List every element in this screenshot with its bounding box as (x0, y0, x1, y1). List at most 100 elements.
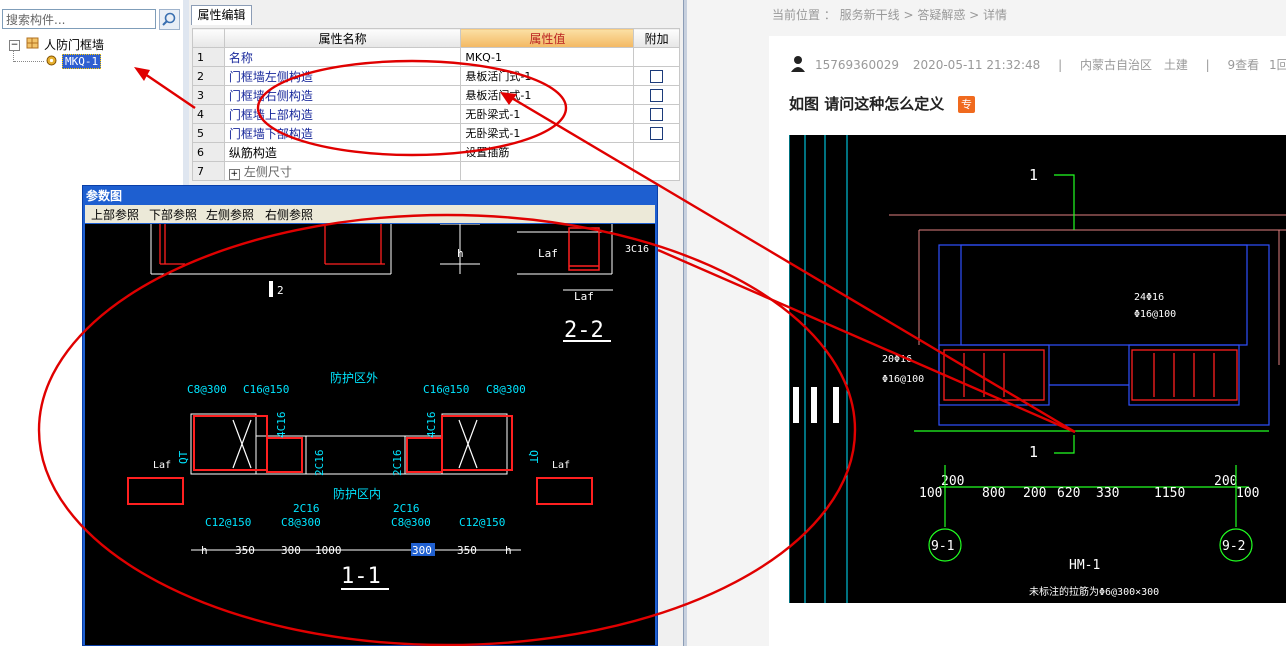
cad-label: QT (527, 450, 540, 464)
index-column-header (192, 28, 225, 48)
cad-rebar-label: Φ16@100 (882, 374, 924, 385)
cad-top-rebar (159, 224, 385, 265)
extra-checkbox[interactable] (650, 108, 664, 121)
post-meta: 15769360029 2020-05-11 21:32:48 | 内蒙古自治区… (789, 56, 1286, 73)
cad-label: Laf (538, 247, 558, 260)
wall-type-icon (26, 37, 39, 49)
menu-left-reference[interactable]: 左侧参照 (206, 206, 254, 223)
cad-image[interactable]: 1 1 24Φ16 Φ16@100 20Φ16 Φ16@100 100 200 … (789, 135, 1286, 603)
qa-web-page: 当前位置 ： 服务新干线 > 答疑解惑 > 详情 15769360029 202… (687, 0, 1286, 646)
extra-cell (633, 142, 680, 162)
cad-label: C12@150 (205, 516, 251, 529)
cad-label: 2C16 (293, 502, 320, 515)
cad-tie-cross (232, 419, 478, 469)
cad-label: 2C16 (393, 502, 420, 515)
author-name[interactable]: 15769360029 (815, 58, 899, 72)
cad-dim-text: 330 (1096, 486, 1119, 501)
cad-label: 3C16 (625, 244, 649, 255)
extra-checkbox[interactable] (650, 89, 664, 102)
name-column-header[interactable]: 属性名称 (223, 28, 462, 48)
cad-label: C16@150 (423, 383, 469, 396)
row-index: 3 (192, 85, 225, 105)
property-name: 纵筋构造 (223, 142, 462, 162)
param-drawing-canvas[interactable]: 2 h Laf 3C16 Laf 2-2 C8@300 C16@150 防护区外… (85, 224, 655, 645)
cad-vertical-labels: 4C16 4C16 QT QT 2C16 2C16 (177, 412, 540, 477)
search-button[interactable] (159, 9, 180, 30)
cad-label: 4C16 (275, 412, 288, 439)
section-2-2-label: 2-2 (564, 318, 604, 343)
table-row[interactable]: 2 门框墙左侧构造 悬板活门式-1 (192, 66, 680, 86)
expert-badge: 专 (958, 96, 975, 113)
cad-dim-text-selected[interactable]: 300 (412, 544, 432, 557)
cad-frame-lines (889, 214, 1286, 365)
property-name: 门框墙上部构造 (223, 104, 462, 124)
section-1-1-label: 1-1 (341, 564, 381, 589)
dialog-menubar: 上部参照 下部参照 左侧参照 右侧参照 (85, 205, 655, 223)
tree-item-selected[interactable]: MKQ-1 (62, 54, 102, 69)
extra-column-header[interactable]: 附加 (633, 28, 680, 48)
post-category: 土建 (1163, 58, 1188, 72)
expand-toggle[interactable]: + (228, 168, 240, 180)
cad-dim-text: 100 (919, 486, 942, 501)
cad-dim-text: 1000 (315, 544, 342, 557)
table-row[interactable]: 6 纵筋构造 设置插筋 (192, 142, 680, 162)
extra-checkbox[interactable] (650, 127, 664, 140)
cad-label: 2C16 (313, 450, 326, 477)
property-value[interactable] (460, 161, 635, 181)
cad-axis-label: 9-1 (931, 539, 954, 554)
breadcrumb[interactable]: 当前位置 ： 服务新干线 > 答疑解惑 > 详情 (772, 6, 1007, 23)
cad-dim-text: 200 (1023, 486, 1046, 501)
cad-dim-text: h (505, 544, 512, 557)
property-name: 门框墙下部构造 (223, 123, 462, 143)
cad-label: C8@300 (281, 516, 321, 529)
table-row[interactable]: 3 门框墙右侧构造 悬板活门式-1 (192, 85, 680, 105)
cad-label: C16@150 (243, 383, 289, 396)
cad-rebar-label: Φ16@100 (1134, 309, 1176, 320)
extra-cell (633, 161, 680, 181)
param-drawing-dialog[interactable]: 参数图 上部参照 下部参照 左侧参照 右侧参照 2 h Laf 3C16 Laf… (82, 185, 658, 646)
table-row[interactable]: 7 + 左侧尺寸 (192, 161, 680, 181)
property-name: 门框墙左侧构造 (223, 66, 462, 86)
value-column-header[interactable]: 属性值 (460, 28, 635, 48)
cad-dim-text: 800 (982, 486, 1005, 501)
property-name-label: 左侧尺寸 (243, 164, 292, 179)
extra-cell (633, 123, 680, 143)
extra-cell (633, 47, 680, 67)
property-value[interactable]: 无卧梁式-1 (460, 104, 635, 124)
property-name: 门框墙右侧构造 (223, 85, 462, 105)
property-value[interactable]: 悬板活门式-1 (460, 66, 635, 86)
row-index: 4 (192, 104, 225, 124)
cad-label: 2 (277, 284, 284, 297)
table-row[interactable]: 4 门框墙上部构造 无卧梁式-1 (192, 104, 680, 124)
cad-dim-text: 100 (1236, 486, 1259, 501)
property-value[interactable]: 无卧梁式-1 (460, 123, 635, 143)
cad-label: 2C16 (391, 450, 404, 477)
cad-note: 未标注的拉筋为Φ6@300×300 (1029, 585, 1159, 598)
menu-top-reference[interactable]: 上部参照 (91, 206, 139, 223)
table-row[interactable]: 1 名称 MKQ-1 (192, 47, 680, 67)
cad-label: Laf (574, 290, 594, 303)
meta-separator: | (1205, 58, 1210, 72)
property-value[interactable]: MKQ-1 (460, 47, 635, 67)
property-grid: 属性名称 属性值 附加 1 名称 MKQ-1 2 门框墙左侧构造 悬板活门式-1… (192, 28, 680, 181)
property-name: 名称 (223, 47, 462, 67)
property-value[interactable]: 悬板活门式-1 (460, 85, 635, 105)
view-count: 9查看 (1227, 58, 1260, 72)
table-row[interactable]: 5 门框墙下部构造 无卧梁式-1 (192, 123, 680, 143)
extra-checkbox[interactable] (650, 70, 664, 83)
component-search-input[interactable]: 搜索构件... (2, 9, 156, 29)
tree-item-root[interactable]: 人防门框墙 (44, 36, 104, 53)
cad-label: C8@300 (187, 383, 227, 396)
cad-label: Laf (552, 460, 570, 471)
extra-cell (633, 85, 680, 105)
cad-section-2-2-rebar (568, 227, 600, 271)
menu-right-reference[interactable]: 右侧参照 (265, 206, 313, 223)
menu-bottom-reference[interactable]: 下部参照 (149, 206, 197, 223)
cad-label: h (457, 247, 464, 260)
property-value[interactable]: 设置插筋 (460, 142, 635, 162)
tab-property-edit[interactable]: 属性编辑 (191, 5, 252, 25)
question-card: 15769360029 2020-05-11 21:32:48 | 内蒙古自治区… (769, 36, 1286, 646)
cad-dim-text: 300 (281, 544, 301, 557)
cad-dim-text: h (201, 544, 208, 557)
post-region: 内蒙古自治区 (1079, 58, 1152, 72)
